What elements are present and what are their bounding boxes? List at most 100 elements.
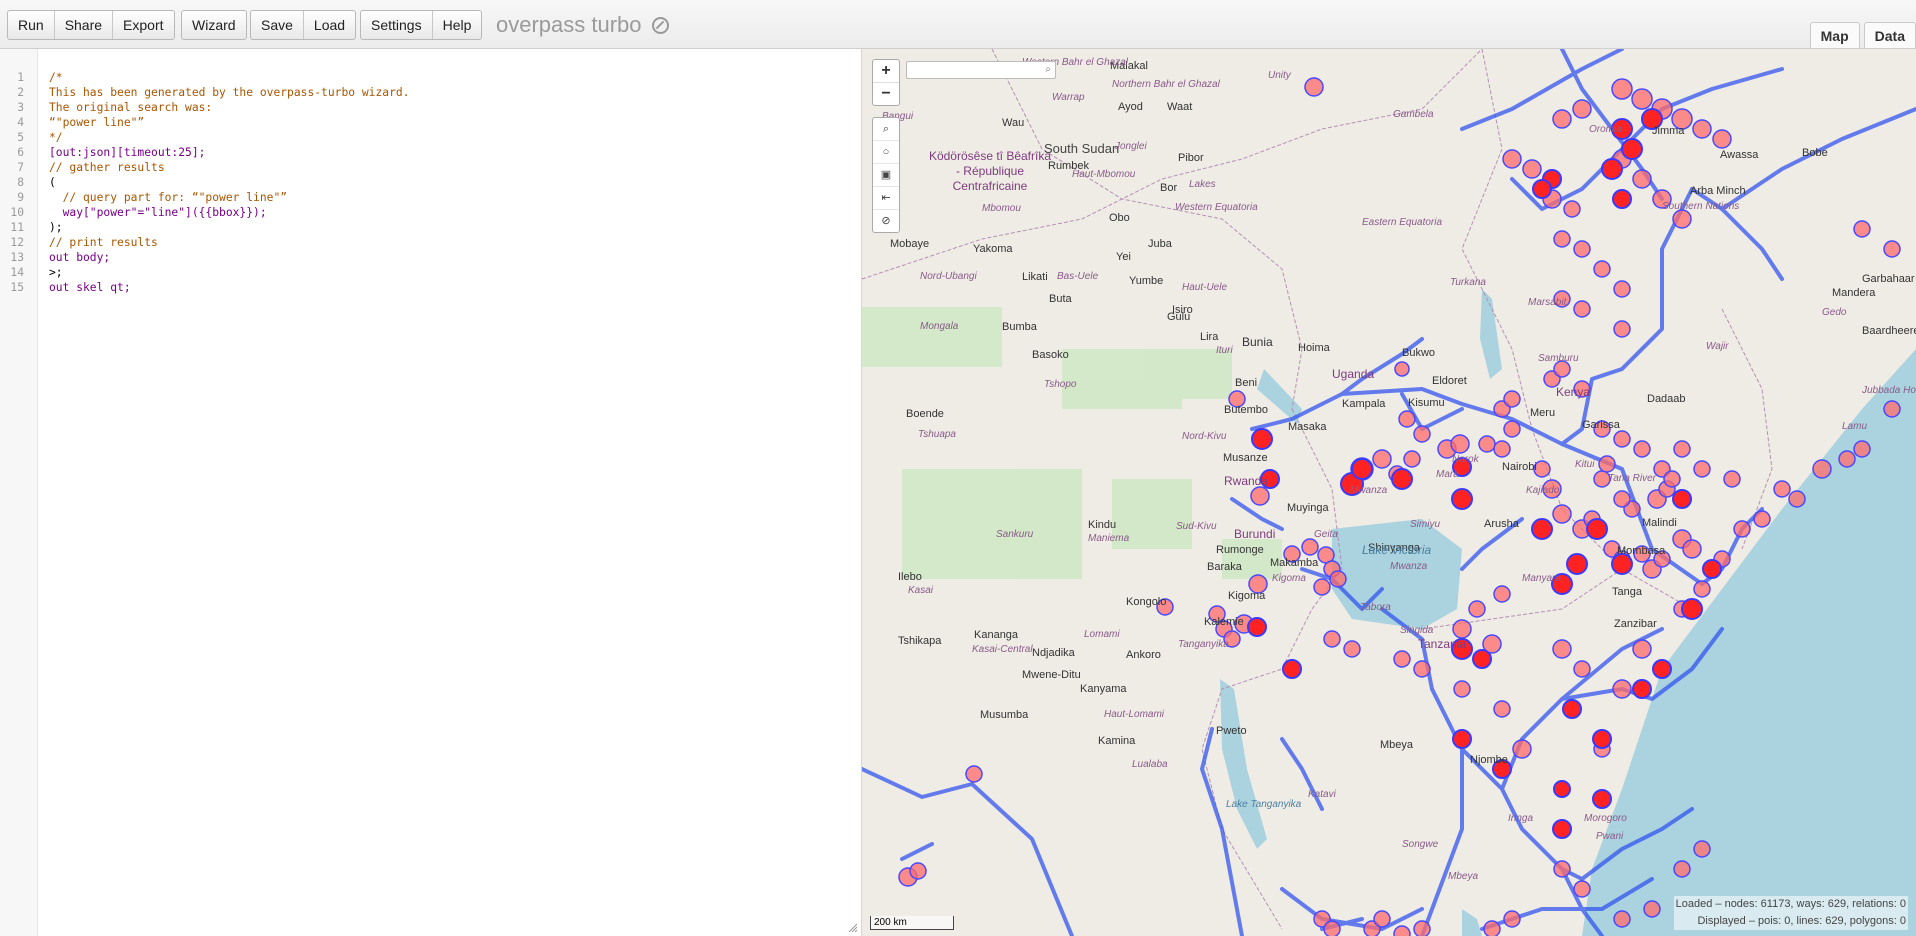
- scale-bar: 200 km: [870, 916, 954, 930]
- place-label: Juba: [1148, 238, 1172, 250]
- region-label: Tshuapa: [918, 429, 956, 440]
- region-label: Lualaba: [1132, 759, 1168, 770]
- query-editor[interactable]: 1/* 2 This has been generated by the over…: [0, 49, 862, 936]
- map-search-input[interactable]: ⌕: [906, 61, 1056, 79]
- place-label: Mandera: [1832, 287, 1876, 299]
- map-view[interactable]: Malakal Ayod Waat Wau South Sudan Jongle…: [862, 49, 1916, 936]
- place-label: Dadaab: [1647, 393, 1686, 405]
- region-label: Maniema: [1088, 533, 1130, 544]
- place-label: Eldoret: [1432, 375, 1467, 387]
- place-label: Bobe: [1802, 147, 1828, 159]
- map-tools: ⌕ ○ ▣ ⇤ ⊘: [872, 117, 900, 233]
- place-label: Kigoma: [1228, 590, 1266, 602]
- region-label: Gedo: [1822, 307, 1847, 318]
- code-line: 11);: [10, 221, 63, 234]
- place-label: Likati: [1022, 271, 1048, 283]
- image-export-icon[interactable]: ▣: [873, 164, 899, 187]
- region-label: Kasai: [908, 585, 934, 596]
- water-label: Lake Tanganyika: [1226, 799, 1302, 810]
- region-label: Northern Bahr el Ghazal: [1112, 79, 1220, 90]
- save-load-group: Save Load: [250, 10, 357, 40]
- zoom-in-button[interactable]: +: [873, 60, 899, 83]
- export-button[interactable]: Export: [113, 11, 173, 39]
- place-label: Wau: [1002, 117, 1025, 129]
- place-label: Tshikapa: [898, 635, 942, 647]
- steering-wheel-icon: [651, 16, 669, 34]
- place-label: Yakoma: [973, 243, 1013, 255]
- place-label: Butembo: [1224, 404, 1269, 416]
- tab-map[interactable]: Map: [1809, 22, 1860, 48]
- code-area[interactable]: 1/* 2 This has been generated by the over…: [0, 70, 409, 295]
- place-label: Ankoro: [1126, 649, 1161, 661]
- place-label: Kanyama: [1080, 683, 1127, 695]
- code-line: 2 This has been generated by the overpass…: [17, 86, 410, 99]
- region-label: Lamu: [1842, 421, 1868, 432]
- region-label: Oromia: [1589, 124, 1622, 135]
- region-label: Mongala: [920, 321, 959, 332]
- region-label: Mwanza: [1350, 485, 1388, 496]
- region-label: Geita: [1314, 529, 1338, 540]
- load-button[interactable]: Load: [304, 11, 355, 39]
- place-label: Kananga: [974, 629, 1019, 641]
- place-label: Mbeya: [1380, 739, 1414, 751]
- place-label: Kindu: [1088, 519, 1117, 531]
- place-label: Meru: [1530, 407, 1556, 419]
- place-label: Waat: [1167, 101, 1193, 113]
- code-line: 15 out skel qt;: [10, 281, 131, 294]
- brand-title: overpass turbo: [496, 10, 669, 40]
- country-label: Ködörösêse tî Bêafrîka - République Cent…: [928, 149, 1052, 193]
- place-label: Isiro: [1172, 304, 1193, 316]
- region-label: Kasai-Central: [972, 644, 1033, 655]
- region-label: Songwe: [1402, 839, 1439, 850]
- view-tabs: Map Data: [1806, 22, 1916, 48]
- place-label: Yei: [1116, 251, 1131, 263]
- fit-data-icon[interactable]: ⇤: [873, 187, 899, 210]
- region-label: Samburu: [1538, 353, 1579, 364]
- region-label: Eastern Equatoria: [1362, 217, 1443, 228]
- region-label: Bas-Uele: [1057, 271, 1099, 282]
- place-label: Bumba: [1002, 321, 1037, 333]
- wizard-button[interactable]: Wizard: [182, 11, 246, 39]
- locate-icon[interactable]: ○: [873, 141, 899, 164]
- place-label: Kampala: [1342, 398, 1386, 410]
- region-label: Iringa: [1508, 813, 1534, 824]
- region-label: Mara: [1436, 469, 1459, 480]
- zoom-out-button[interactable]: −: [873, 83, 899, 105]
- place-label: Arusha: [1484, 518, 1519, 530]
- save-button[interactable]: Save: [251, 11, 304, 39]
- region-label: Katavi: [1308, 789, 1336, 800]
- settings-button[interactable]: Settings: [361, 11, 433, 39]
- region-label: Jonglei: [1115, 141, 1147, 152]
- region-label: Mbeya: [1448, 871, 1479, 882]
- region-label: Haut-Uele: [1182, 282, 1228, 293]
- region-label: Tana River: [1608, 473, 1656, 484]
- place-label: Ilebo: [898, 571, 922, 583]
- place-label: Musumba: [980, 709, 1029, 721]
- help-button[interactable]: Help: [433, 11, 482, 39]
- code-line: 7// gather results: [17, 161, 165, 174]
- place-label: Rumonge: [1216, 544, 1264, 556]
- region-label: Gambela: [1393, 109, 1434, 120]
- place-label: Bor: [1160, 182, 1178, 194]
- toggle-data-icon[interactable]: ⊘: [873, 210, 899, 232]
- country-label: Kenya: [1556, 385, 1591, 399]
- share-button[interactable]: Share: [55, 11, 114, 39]
- region-label: Kajiado: [1526, 485, 1560, 496]
- place-label: Baardheere: [1862, 325, 1916, 337]
- place-label: Pweto: [1216, 725, 1247, 737]
- stats-loaded: Loaded – nodes: 61173, ways: 629, relati…: [1675, 898, 1906, 910]
- place-label: Ayod: [1118, 101, 1143, 113]
- search-zoom-icon[interactable]: ⌕: [873, 118, 899, 141]
- region-label: Morogoro: [1584, 813, 1627, 824]
- code-line: 9 // query part for: “"power line"”: [17, 191, 288, 204]
- zoom-controls: + −: [872, 59, 900, 106]
- place-label: Ndjadika: [1032, 647, 1075, 659]
- place-label: Yumbe: [1129, 275, 1164, 287]
- run-button[interactable]: Run: [8, 11, 55, 39]
- tab-data[interactable]: Data: [1863, 22, 1916, 48]
- settings-help-group: Settings Help: [360, 10, 483, 40]
- region-label: Jubbada Hoose: [1862, 385, 1916, 396]
- region-label: Unity: [1268, 70, 1291, 81]
- resize-handle-icon[interactable]: [847, 922, 857, 932]
- place-label: Hoima: [1298, 342, 1330, 354]
